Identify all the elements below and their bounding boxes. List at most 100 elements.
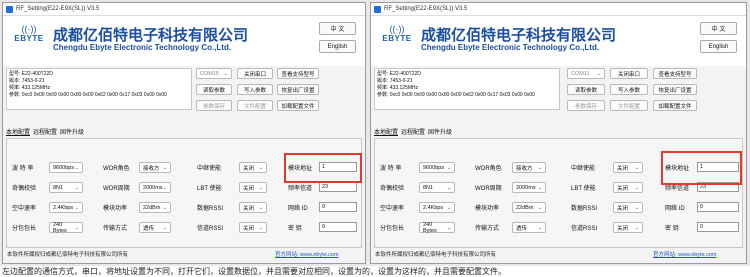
window-title: RF_Setting(E22-E9X(SL)) V3.5 — [16, 6, 100, 12]
highlight-box — [284, 153, 362, 183]
chevron-down-icon: ⌄ — [258, 184, 263, 191]
power-select[interactable]: 22dBm ⌄ — [139, 202, 171, 213]
footer-text: 本软件所属权归成都亿佰特电子科技有限公司所有 — [7, 252, 129, 258]
relay-select[interactable]: 关闭 ⌄ — [613, 162, 643, 173]
parity-select[interactable]: 8N1 ⌄ — [419, 182, 455, 193]
wor-role-select[interactable]: 接收方 ⌄ — [512, 162, 546, 173]
title-bar: RF_Setting(E22-E9X(SL)) V3.5 — [3, 3, 365, 16]
tab-firmware-upgrade[interactable]: 固件升级 — [428, 127, 452, 136]
view-support-button[interactable]: 查看支持型号 — [277, 68, 319, 79]
lbt-label: LBT 使能 — [197, 186, 222, 192]
save-params-button[interactable]: 参数保存 — [567, 100, 605, 111]
baud-select[interactable]: 9600bps ⌄ — [49, 162, 83, 173]
airrate-label: 空中速率 — [12, 206, 37, 212]
relay-label: 中继使能 — [571, 166, 596, 172]
baud-select[interactable]: 9600bps ⌄ — [419, 162, 455, 173]
netid-input[interactable]: 0 — [697, 202, 739, 212]
wor-period-select[interactable]: 2000ms ⌄ — [139, 182, 171, 193]
info-params: 参数: 0xc0 0x00 0x09 0x00 0x00 0x00 0x62 0… — [9, 92, 167, 98]
tx-mode-select[interactable]: 透传 ⌄ — [139, 222, 171, 233]
key-input[interactable]: 0 — [319, 222, 357, 232]
read-params-button[interactable]: 读取参数 — [567, 84, 605, 95]
relay-select[interactable]: 关闭 ⌄ — [239, 162, 267, 173]
chinese-button[interactable]: 中 文 — [700, 22, 737, 35]
wireless-icon: ((·)) — [21, 24, 37, 34]
right-window: RF_Setting(E22-E9X(SL)) V3.5 ((·)) EBYTE… — [370, 2, 747, 264]
view-support-button[interactable]: 查看支持型号 — [653, 68, 697, 79]
save-params-button[interactable]: 参数保存 — [196, 100, 232, 111]
restore-defaults-button[interactable]: 恢复出厂设置 — [653, 84, 697, 95]
highlight-box — [661, 151, 742, 185]
airrate-select[interactable]: 2.4Kbps ⌄ — [49, 202, 83, 213]
wor-role-label: WOR角色 — [103, 166, 130, 172]
chinese-button[interactable]: 中 文 — [319, 22, 356, 35]
tab-firmware-upgrade[interactable]: 固件升级 — [60, 127, 84, 136]
rssi-channel-select[interactable]: 关闭 ⌄ — [239, 222, 267, 233]
channel-label: 频率信道 — [288, 186, 313, 192]
lbt-label: LBT 使能 — [571, 186, 596, 192]
rssi-channel-select[interactable]: 关闭 ⌄ — [613, 222, 643, 233]
rssi-channel-label: 信道RSSI — [197, 226, 224, 232]
chevron-down-icon: ⌄ — [74, 184, 79, 191]
tab-bar: 本地配置 远程配置 固件升级 — [6, 127, 84, 136]
load-config-button[interactable]: 加载配置文件 — [653, 100, 697, 111]
info-frequency: 频率: 433.125MHz — [377, 85, 419, 91]
device-info-box: 型号: E22-400T22D 版本: 7453-0-21 频率: 433.12… — [6, 68, 192, 110]
tab-local-config[interactable]: 本地配置 — [6, 127, 30, 136]
key-input[interactable]: 0 — [697, 222, 739, 232]
info-model: 型号: E22-400T22D — [377, 71, 421, 77]
tab-remote-config[interactable]: 远程配置 — [33, 127, 57, 136]
chevron-down-icon: ⌄ — [258, 204, 263, 211]
file-config-button[interactable]: 文件配置 — [237, 100, 273, 111]
wor-role-select[interactable]: 接收方 ⌄ — [139, 162, 171, 173]
chevron-down-icon: ⌄ — [446, 204, 451, 211]
info-params: 参数: 0xc0 0x00 0x09 0x00 0x00 0x00 0x62 0… — [377, 92, 535, 98]
rssi-data-select[interactable]: 关闭 ⌄ — [613, 202, 643, 213]
airrate-label: 空中速率 — [380, 206, 405, 212]
netid-input[interactable]: 0 — [319, 202, 357, 212]
english-button[interactable]: English — [700, 40, 737, 53]
load-config-button[interactable]: 加载配置文件 — [277, 100, 319, 111]
read-params-button[interactable]: 读取参数 — [196, 84, 232, 95]
tx-mode-label: 传输方式 — [475, 226, 500, 232]
wireless-icon: ((·)) — [389, 24, 405, 34]
lbt-select[interactable]: 关闭 ⌄ — [613, 182, 643, 193]
file-config-button[interactable]: 文件配置 — [610, 100, 648, 111]
port-select[interactable]: COM11 ⌄ — [567, 68, 605, 79]
params-panel: 波 特 率 9600bps ⌄ 奇偶校验 8N1 ⌄ 空中速率 2.4Kbps ⌄ 分… — [6, 138, 362, 248]
close-port-button[interactable]: 关闭串口 — [237, 68, 273, 79]
write-params-button[interactable]: 写入参数 — [237, 84, 273, 95]
close-port-button[interactable]: 关闭串口 — [610, 68, 648, 79]
port-select[interactable]: COM15 ⌄ — [196, 68, 232, 79]
key-label: 密 钥 — [288, 226, 302, 232]
wor-period-select[interactable]: 2000ms ⌄ — [512, 182, 546, 193]
lbt-select[interactable]: 关闭 ⌄ — [239, 182, 267, 193]
power-select[interactable]: 22dBm ⌄ — [512, 202, 546, 213]
tx-mode-label: 传输方式 — [103, 226, 128, 232]
baud-label: 波 特 率 — [12, 166, 34, 172]
english-button[interactable]: English — [319, 40, 356, 53]
netid-label: 网络 ID — [665, 206, 685, 212]
tab-local-config[interactable]: 本地配置 — [374, 127, 398, 136]
chevron-down-icon: ⌄ — [162, 224, 167, 231]
channel-input[interactable]: 23 — [319, 182, 357, 192]
restore-defaults-button[interactable]: 恢复出厂设置 — [277, 84, 319, 95]
packet-select[interactable]: 240 Bytes ⌄ — [419, 222, 455, 234]
tab-remote-config[interactable]: 远程配置 — [401, 127, 425, 136]
website-link[interactable]: 官方网站: www.ebyte.com — [653, 250, 717, 258]
write-params-button[interactable]: 写入参数 — [610, 84, 648, 95]
company-name-en: Chengdu Ebyte Electronic Technology Co.,… — [421, 43, 600, 52]
left-window: RF_Setting(E22-E9X(SL)) V3.5 ((·)) EBYTE… — [2, 2, 366, 264]
airrate-select[interactable]: 2.4Kbps ⌄ — [419, 202, 455, 213]
rssi-data-select[interactable]: 关闭 ⌄ — [239, 202, 267, 213]
packet-select[interactable]: 240 Bytes ⌄ — [49, 222, 83, 234]
parity-select[interactable]: 8N1 ⌄ — [49, 182, 83, 193]
parity-label: 奇偶校验 — [12, 186, 37, 192]
chevron-down-icon: ⌄ — [162, 204, 167, 211]
chevron-down-icon: ⌄ — [634, 164, 639, 171]
app-icon — [6, 5, 13, 13]
tx-mode-select[interactable]: 透传 ⌄ — [512, 222, 546, 233]
info-frequency: 频率: 433.125MHz — [9, 85, 51, 91]
chevron-down-icon: ⌄ — [446, 184, 451, 191]
website-link[interactable]: 官方网站: www.ebyte.com — [275, 250, 339, 258]
